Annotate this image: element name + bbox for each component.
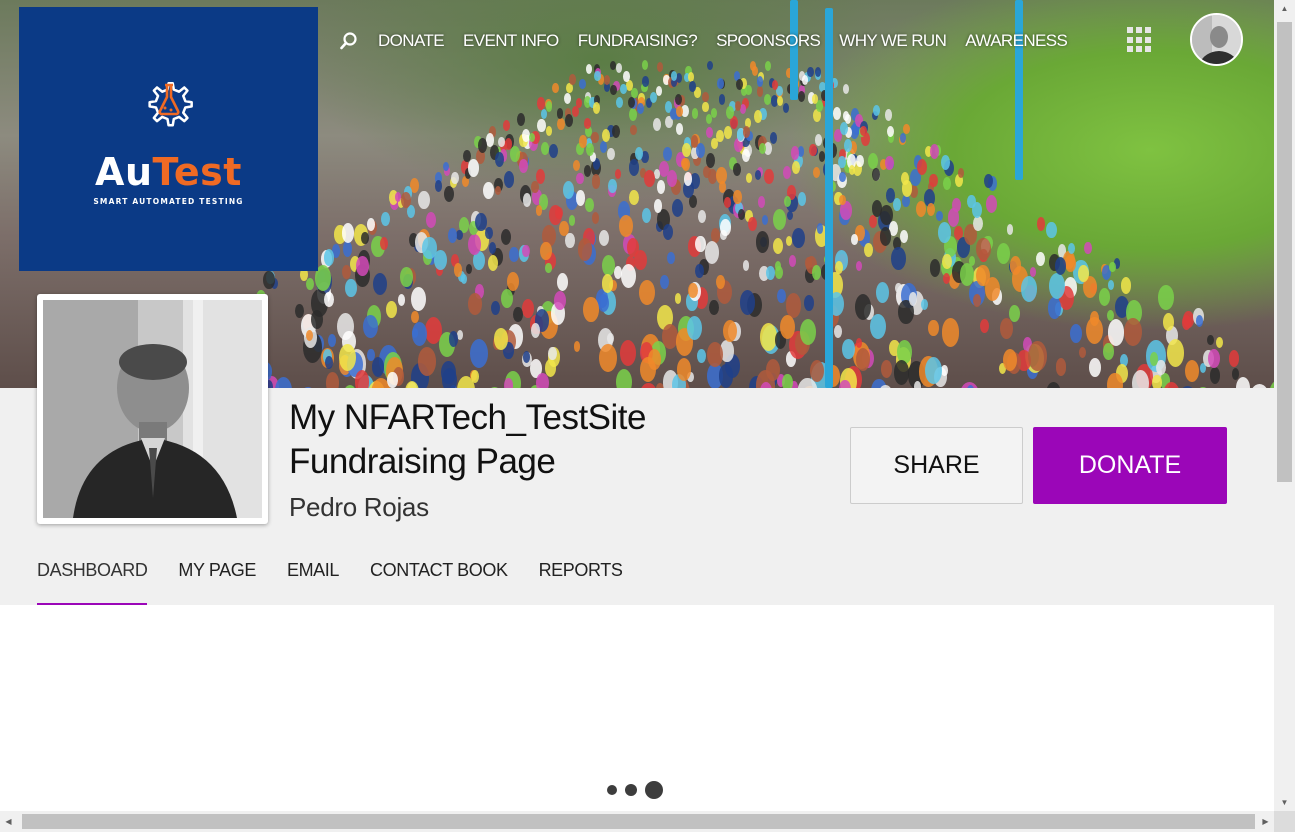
scroll-right-arrow-icon[interactable]: ▶ [1257,811,1274,832]
tab-dashboard[interactable]: DASHBOARD [37,556,148,605]
loading-indicator [607,781,671,799]
brand-tagline: SMART AUTOMATED TESTING [93,196,244,206]
tab-contact-book[interactable]: CONTACT BOOK [370,556,508,605]
scroll-up-arrow-icon[interactable]: ▲ [1274,0,1295,17]
profile-photo [37,294,268,524]
gear-flask-icon [147,81,193,127]
vertical-scrollbar[interactable]: ▲ ▼ [1274,0,1295,811]
horizontal-scrollbar[interactable]: ◀ ▶ [0,811,1274,832]
loader-dot [607,785,617,795]
nav-item-awareness[interactable]: AWARENESS [965,31,1068,51]
profile-portrait-icon [43,300,262,518]
dashboard-tabs: DASHBOARD MY PAGE EMAIL CONTACT BOOK REP… [37,556,653,605]
user-avatar[interactable] [1190,13,1243,66]
search-icon[interactable] [338,30,360,52]
tab-email[interactable]: EMAIL [287,556,339,605]
vertical-scroll-thumb[interactable] [1277,22,1292,482]
tab-my-page[interactable]: MY PAGE [178,556,256,605]
nav-item-why-we-run[interactable]: WHY WE RUN [839,31,947,51]
nav-item-sponsors[interactable]: SPOONSORS [716,31,821,51]
fundraising-app: AuTest SMART AUTOMATED TESTING DONATE EV… [0,0,1295,832]
donate-button[interactable]: DONATE [1033,427,1227,504]
scroll-down-arrow-icon[interactable]: ▼ [1274,794,1295,811]
horizontal-scroll-thumb[interactable] [22,814,1255,829]
owner-name: Pedro Rojas [289,492,429,522]
page-title: My NFARTech_TestSite Fundraising Page [289,398,647,481]
loader-dot [645,781,663,799]
share-button[interactable]: SHARE [850,427,1023,504]
brand-name: AuTest [95,149,242,194]
scrollbar-corner [1274,811,1295,832]
autest-logo[interactable]: AuTest SMART AUTOMATED TESTING [19,7,318,271]
nav-item-donate[interactable]: DONATE [378,31,445,51]
nav-item-fundraising[interactable]: FUNDRAISING? [578,31,698,51]
loader-dot [625,784,637,796]
apps-grid-icon[interactable] [1127,27,1153,53]
scroll-left-arrow-icon[interactable]: ◀ [0,811,17,832]
top-navigation: DONATE EVENT INFO FUNDRAISING? SPOONSORS… [338,28,1086,54]
nav-item-event-info[interactable]: EVENT INFO [463,31,559,51]
tab-reports[interactable]: REPORTS [539,556,623,605]
